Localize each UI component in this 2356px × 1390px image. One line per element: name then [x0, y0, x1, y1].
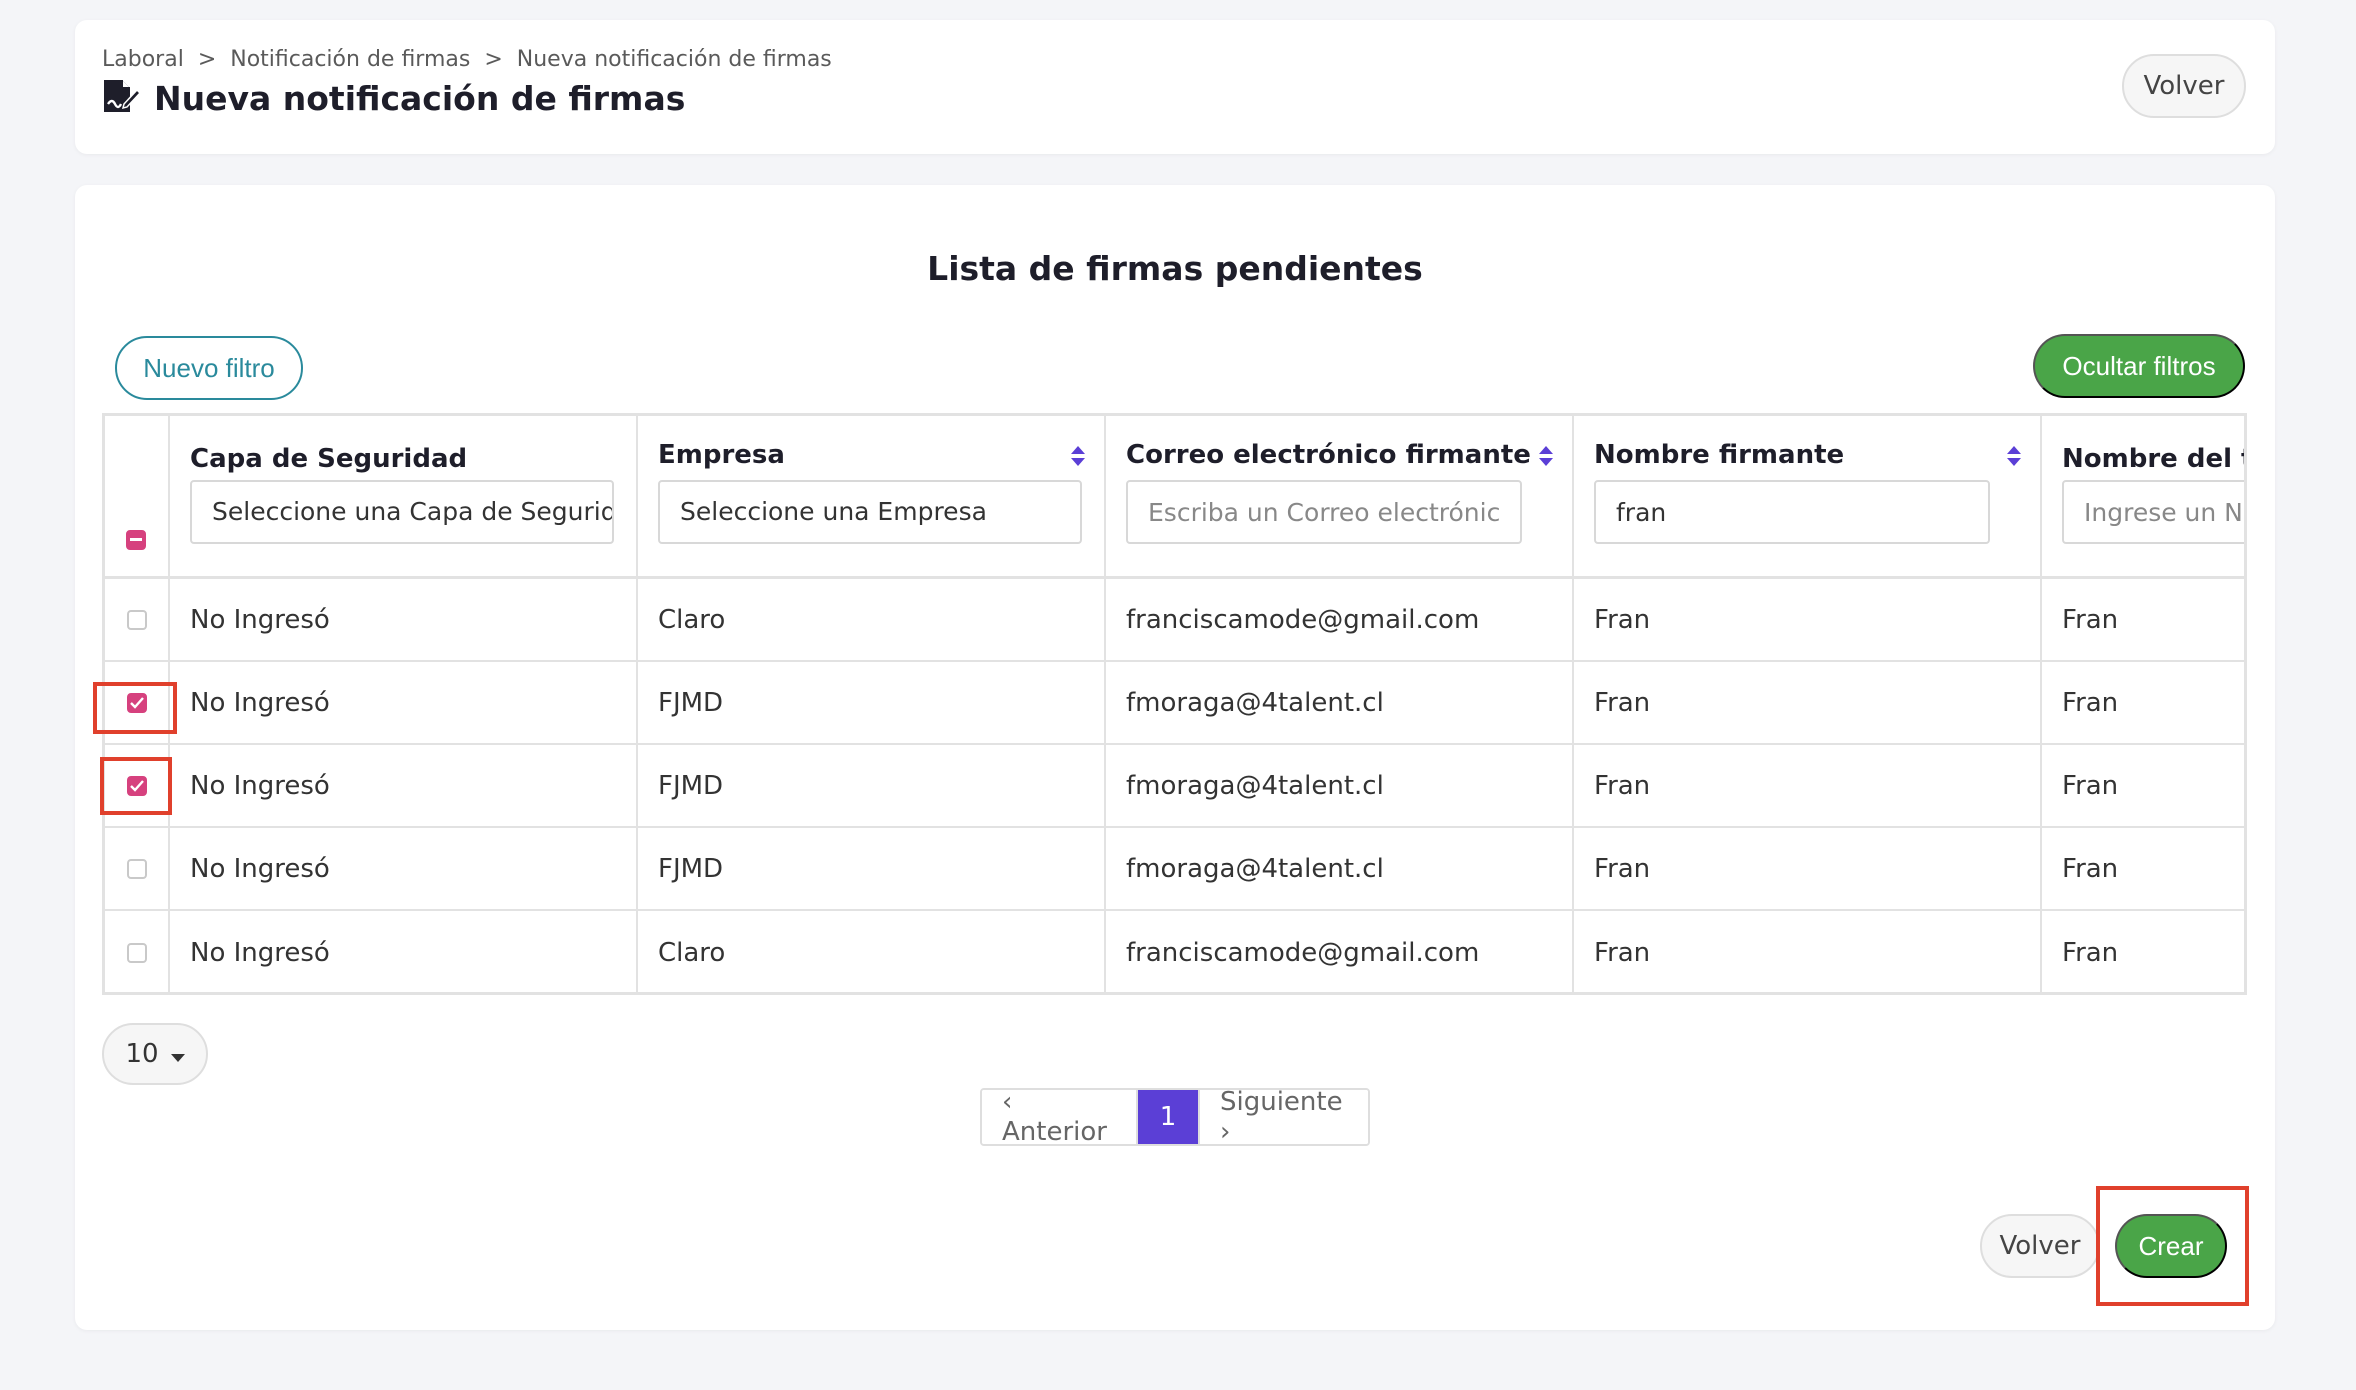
cell-correo: franciscamode@gmail.com: [1106, 579, 1574, 660]
pagination: ‹ Anterior 1 Siguiente ›: [980, 1088, 1370, 1146]
column-header-label: Correo electrónico firmante: [1126, 440, 1531, 470]
table-header: Capa de Seguridad Seleccione una Capa de…: [105, 416, 2244, 579]
header-col-capa: Capa de Seguridad Seleccione una Capa de…: [170, 416, 638, 576]
pagination-prev[interactable]: ‹ Anterior: [982, 1090, 1138, 1144]
row-checkbox[interactable]: [126, 609, 147, 630]
caret-down-icon: [170, 1039, 185, 1069]
breadcrumb-separator: >: [197, 47, 217, 72]
column-header-label: Nombre del trabajador: [2062, 444, 2244, 474]
cell-trabajador: Fran: [2062, 853, 2119, 884]
header-col-empresa: Empresa Seleccione una Empresa: [638, 416, 1106, 576]
cell-trabajador: Fran: [2062, 937, 2119, 968]
page-title-text: Nueva notificación de firmas: [154, 78, 686, 118]
breadcrumb-item-current: Nueva notificación de firmas: [516, 47, 832, 72]
create-highlight: [2096, 1186, 2249, 1306]
row-checkbox[interactable]: [126, 858, 147, 879]
sort-icon[interactable]: [2006, 444, 2022, 472]
pagination-page-current[interactable]: 1: [1138, 1090, 1198, 1144]
list-title: Lista de firmas pendientes: [927, 249, 1423, 288]
breadcrumb: Laboral > Notificación de firmas > Nueva…: [102, 47, 832, 72]
nombre-filter-input[interactable]: [1594, 480, 1990, 544]
capa-filter-select[interactable]: Seleccione una Capa de Seguridad: [190, 480, 614, 544]
footer-back-button[interactable]: Volver: [1980, 1214, 2100, 1278]
cell-correo: fmoraga@4talent.cl: [1106, 828, 1574, 909]
trabajador-filter-input[interactable]: [2062, 480, 2244, 544]
cell-empresa: FJMD: [638, 662, 1106, 743]
signature-document-icon: [102, 78, 142, 118]
header-check-column: [105, 416, 170, 576]
header-col-trabajador: Nombre del trabajador: [2042, 416, 2244, 576]
header-back-button[interactable]: Volver: [2122, 54, 2246, 118]
cell-empresa: Claro: [638, 579, 1106, 660]
cell-empresa: Claro: [638, 911, 1106, 992]
hide-filters-button[interactable]: Ocultar filtros: [2033, 334, 2245, 398]
cell-nombre: Fran: [1574, 662, 2042, 743]
cell-trabajador: Fran: [2062, 770, 2119, 801]
cell-nombre: Fran: [1574, 579, 2042, 660]
signatures-table: Capa de Seguridad Seleccione una Capa de…: [102, 413, 2247, 995]
column-header-label: Capa de Seguridad: [190, 444, 468, 474]
header-card: Laboral > Notificación de firmas > Nueva…: [75, 20, 2275, 154]
main-card: Lista de firmas pendientes Nuevo filtro …: [75, 185, 2275, 1330]
page-size-select[interactable]: 10: [102, 1023, 208, 1085]
pagination-next[interactable]: Siguiente ›: [1198, 1090, 1368, 1144]
cell-nombre: Fran: [1574, 828, 2042, 909]
cell-correo: fmoraga@4talent.cl: [1106, 662, 1574, 743]
table-row: No Ingresó FJMD fmoraga@4talent.cl Fran …: [105, 828, 2244, 911]
cell-capa: No Ingresó: [170, 662, 638, 743]
breadcrumb-item-notificacion[interactable]: Notificación de firmas: [230, 47, 470, 72]
cell-trabajador: Fran: [2062, 687, 2119, 718]
cell-capa: No Ingresó: [170, 828, 638, 909]
header-col-nombre: Nombre firmante: [1574, 416, 2042, 576]
cell-nombre: Fran: [1574, 911, 2042, 992]
cell-capa: No Ingresó: [170, 911, 638, 992]
table-row: No Ingresó FJMD fmoraga@4talent.cl Fran …: [105, 745, 2244, 828]
page-title: Nueva notificación de firmas: [102, 78, 685, 118]
new-filter-button[interactable]: Nuevo filtro: [115, 336, 303, 400]
selection-highlight: [100, 757, 172, 815]
correo-filter-input[interactable]: [1126, 480, 1522, 544]
cell-nombre: Fran: [1574, 745, 2042, 826]
header-col-correo: Correo electrónico firmante: [1106, 416, 1574, 576]
page-size-value: 10: [125, 1039, 159, 1069]
cell-trabajador: Fran: [2062, 604, 2119, 635]
cell-capa: No Ingresó: [170, 579, 638, 660]
cell-correo: fmoraga@4talent.cl: [1106, 745, 1574, 826]
selection-highlight: [93, 682, 177, 734]
table-row: No Ingresó FJMD fmoraga@4talent.cl Fran …: [105, 662, 2244, 745]
column-header-label: Empresa: [658, 440, 785, 470]
select-all-checkbox[interactable]: [126, 530, 146, 550]
table-row: No Ingresó Claro franciscamode@gmail.com…: [105, 579, 2244, 662]
row-checkbox[interactable]: [126, 942, 147, 963]
cell-empresa: FJMD: [638, 745, 1106, 826]
breadcrumb-item-laboral[interactable]: Laboral: [102, 47, 184, 72]
sort-icon[interactable]: [1070, 444, 1086, 472]
table-row: No Ingresó Claro franciscamode@gmail.com…: [105, 911, 2244, 992]
cell-correo: franciscamode@gmail.com: [1106, 911, 1574, 992]
column-header-label: Nombre firmante: [1594, 440, 1845, 470]
cell-empresa: FJMD: [638, 828, 1106, 909]
empresa-filter-select[interactable]: Seleccione una Empresa: [658, 480, 1082, 544]
sort-icon[interactable]: [1538, 444, 1554, 472]
breadcrumb-separator: >: [484, 47, 503, 72]
cell-capa: No Ingresó: [170, 745, 638, 826]
